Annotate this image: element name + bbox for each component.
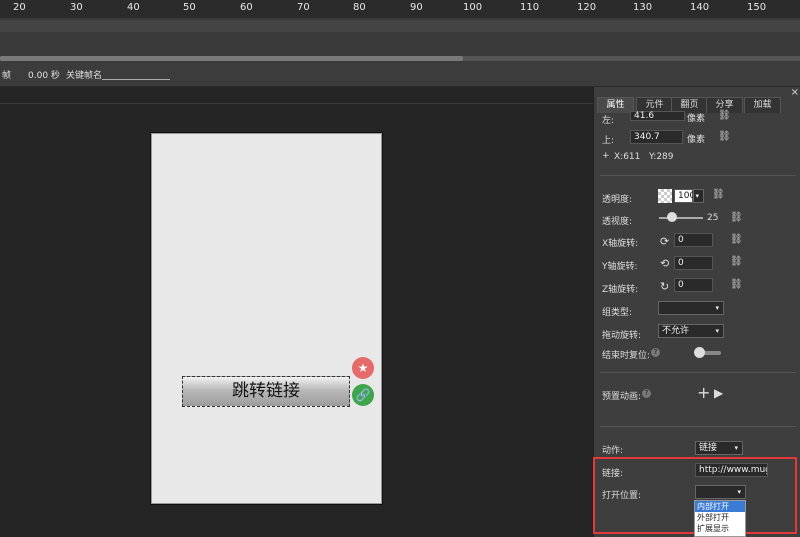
time-display: 0.00 秒 bbox=[28, 71, 60, 81]
reset-toggle-knob[interactable] bbox=[694, 347, 705, 358]
ruler-tick: 100 bbox=[463, 2, 483, 13]
z-rotation-label: Z轴旋转: bbox=[602, 285, 639, 295]
ruler-tick: 120 bbox=[577, 2, 597, 13]
perspective-slider[interactable] bbox=[659, 217, 703, 219]
preset-animation-label: 预置动画: bbox=[602, 392, 642, 402]
timeline-scroll-thumb[interactable] bbox=[0, 56, 463, 61]
px-unit: 像素 bbox=[687, 135, 706, 145]
ruler-tick: 110 bbox=[520, 2, 540, 13]
timeline-status-bar: 帧 0.00 秒 关键帧名 bbox=[0, 62, 800, 87]
keyframe-name-label: 关键帧名 bbox=[66, 71, 103, 81]
x-rotate-icon: ⟳ bbox=[660, 235, 670, 248]
help-icon[interactable]: ? bbox=[642, 389, 651, 398]
drag-rotate-value: 不允许 bbox=[662, 326, 690, 336]
action-select[interactable]: 链接 ▾ bbox=[695, 441, 743, 455]
x-rotation-input[interactable]: 0 bbox=[674, 233, 713, 247]
perspective-label: 透视度: bbox=[602, 217, 633, 227]
ruler-tick: 90 bbox=[410, 2, 423, 13]
link-icon[interactable]: ⛓ bbox=[730, 280, 743, 290]
y-rotate-icon: ⟲ bbox=[660, 257, 670, 270]
perspective-slider-knob[interactable] bbox=[667, 212, 677, 222]
ruler-tick: 150 bbox=[747, 2, 767, 13]
link-icon[interactable]: ⛓ bbox=[730, 235, 743, 245]
ruler-tick: 20 bbox=[13, 2, 26, 13]
y-rotation-label: Y轴旋转: bbox=[602, 262, 638, 272]
link-icon[interactable]: ⛓ bbox=[730, 257, 743, 267]
option-expand[interactable]: 扩展显示 bbox=[695, 523, 745, 534]
link-icon[interactable]: ⛓ bbox=[712, 190, 725, 200]
y-rotation-input[interactable]: 0 bbox=[674, 256, 713, 270]
coord-y: Y:289 bbox=[649, 152, 674, 162]
divider bbox=[600, 426, 796, 427]
x-rotation-label: X轴旋转: bbox=[602, 239, 639, 249]
drag-rotate-label: 拖动旋转: bbox=[602, 331, 642, 341]
action-value: 链接 bbox=[699, 443, 718, 453]
perspective-value: 25 bbox=[707, 213, 719, 223]
ruler-tick: 40 bbox=[127, 2, 140, 13]
keyframe-name-input[interactable] bbox=[102, 79, 170, 80]
link-icon[interactable]: ⛓ bbox=[718, 132, 731, 142]
px-unit: 像素 bbox=[687, 114, 706, 124]
plus-icon: + bbox=[602, 151, 610, 161]
timeline-ruler: 20 30 40 50 60 70 80 90 100 110 120 130 … bbox=[0, 0, 800, 19]
opacity-input[interactable]: 100 bbox=[674, 189, 695, 203]
tab-loading[interactable]: 加载 bbox=[744, 97, 781, 113]
drag-rotate-select[interactable]: 不允许 ▾ bbox=[658, 324, 724, 338]
ruler-tick: 80 bbox=[353, 2, 366, 13]
ruler-tick: 60 bbox=[240, 2, 253, 13]
reset-on-end-label: 结束时复位: bbox=[602, 351, 651, 361]
jump-link-button[interactable]: 跳转链接 bbox=[182, 376, 350, 407]
timeline-scrollbar[interactable] bbox=[0, 56, 800, 61]
coord-x: X:611 bbox=[614, 152, 641, 162]
favorite-icon[interactable]: ★ bbox=[352, 357, 374, 379]
left-input[interactable]: 41.6 bbox=[630, 111, 685, 121]
tab-properties[interactable]: 属性 bbox=[597, 97, 634, 113]
ruler-tick: 140 bbox=[690, 2, 710, 13]
divider bbox=[0, 103, 593, 104]
group-type-label: 组类型: bbox=[602, 308, 633, 318]
link-icon[interactable]: 🔗 bbox=[352, 384, 374, 406]
z-rotation-input[interactable]: 0 bbox=[674, 278, 713, 292]
ruler-tick: 30 bbox=[70, 2, 83, 13]
group-type-select[interactable]: ▾ bbox=[658, 301, 724, 315]
transparency-swatch bbox=[658, 189, 672, 203]
play-icon[interactable]: ▶ bbox=[714, 386, 723, 400]
ruler-tick: 50 bbox=[183, 2, 196, 13]
top-input[interactable]: 340.7 bbox=[630, 130, 683, 144]
stage-canvas[interactable] bbox=[151, 133, 382, 504]
add-icon[interactable]: + bbox=[697, 383, 710, 402]
ruler-tick: 130 bbox=[633, 2, 653, 13]
opacity-label: 透明度: bbox=[602, 195, 633, 205]
top-label: 上: bbox=[602, 136, 615, 146]
open-position-dropdown[interactable]: 内部打开 外部打开 扩展显示 bbox=[694, 500, 746, 537]
action-label: 动作: bbox=[602, 446, 624, 456]
timeline-track[interactable] bbox=[0, 20, 800, 32]
divider bbox=[600, 175, 796, 176]
timeline-track-area[interactable] bbox=[0, 18, 800, 62]
ruler-tick: 70 bbox=[297, 2, 310, 13]
help-icon[interactable]: ? bbox=[651, 348, 660, 357]
link-icon[interactable]: ⛓ bbox=[730, 213, 743, 223]
frame-label: 帧 bbox=[2, 71, 12, 81]
z-rotate-icon: ↻ bbox=[660, 280, 670, 293]
left-label: 左: bbox=[602, 116, 615, 126]
opacity-dropdown[interactable]: ▾ bbox=[693, 189, 704, 203]
divider bbox=[600, 372, 796, 373]
option-internal[interactable]: 内部打开 bbox=[695, 501, 745, 512]
link-icon[interactable]: ⛓ bbox=[718, 111, 731, 121]
option-external[interactable]: 外部打开 bbox=[695, 512, 745, 523]
